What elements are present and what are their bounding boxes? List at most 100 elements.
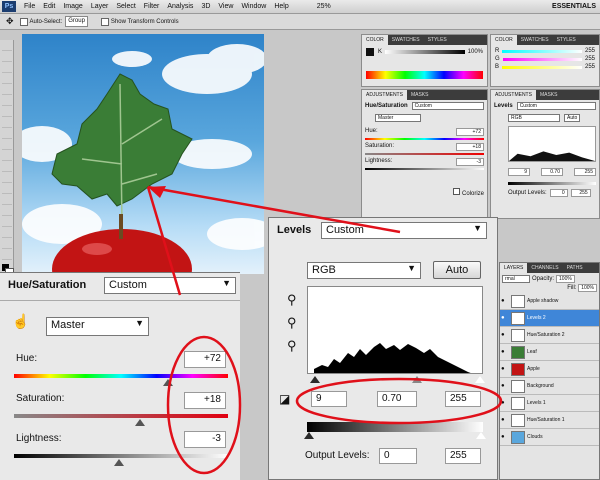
layer-row[interactable]: ● Leaf: [500, 344, 599, 361]
g-value[interactable]: 255: [585, 55, 595, 63]
history-brush-tool[interactable]: [2, 140, 12, 150]
mini-sat-slider[interactable]: [365, 153, 484, 155]
layer-row[interactable]: ● Hue/Saturation 1: [500, 412, 599, 429]
hue-slider-track[interactable]: [14, 374, 228, 378]
mini-in-mid[interactable]: 0.70: [541, 168, 563, 176]
healing-tool[interactable]: [2, 107, 12, 117]
saturation-value-field[interactable]: +18: [184, 392, 226, 409]
tab-swatches-2[interactable]: SWATCHES: [517, 35, 553, 45]
zoom-level[interactable]: 25%: [313, 3, 335, 10]
menu-3d[interactable]: 3D: [197, 3, 214, 10]
input-white-field[interactable]: 255: [445, 391, 481, 407]
auto-select-checkbox[interactable]: [19, 17, 28, 26]
mini-light-value[interactable]: -3: [456, 158, 484, 166]
mini-hs-preset[interactable]: Custom: [411, 102, 484, 110]
input-mid-field[interactable]: 0.70: [377, 391, 417, 407]
eye-icon[interactable]: ●: [501, 315, 505, 321]
black-eyedropper-icon[interactable]: ⚲: [287, 292, 297, 308]
tab-layers[interactable]: LAYERS: [500, 263, 528, 273]
hue-sat-preset-dropdown[interactable]: Custom ▼: [104, 277, 236, 294]
menu-image[interactable]: Image: [59, 3, 86, 10]
zoom-tool[interactable]: [2, 250, 12, 260]
saturation-slider-track[interactable]: [14, 414, 228, 418]
workspace-switcher[interactable]: ESSENTIALS: [548, 3, 600, 10]
pen-tool[interactable]: [2, 195, 12, 205]
input-black-field[interactable]: 9: [311, 391, 347, 407]
colorize-checkbox[interactable]: [452, 188, 460, 195]
eye-icon[interactable]: ●: [501, 349, 505, 355]
input-gray-slider[interactable]: [412, 376, 422, 383]
move-tool[interactable]: [2, 41, 12, 51]
levels-preset-dropdown[interactable]: Custom ▼: [321, 222, 487, 239]
shape-tool[interactable]: [2, 228, 12, 238]
k-value[interactable]: 100: [468, 49, 478, 55]
layer-row[interactable]: ● Background: [500, 378, 599, 395]
layer-row[interactable]: ● Clouds: [500, 429, 599, 446]
r-slider[interactable]: [502, 49, 582, 53]
mini-in-white[interactable]: 255: [574, 168, 596, 176]
eye-icon[interactable]: ●: [501, 366, 505, 372]
b-value[interactable]: 255: [585, 63, 595, 71]
tab-paths[interactable]: PATHS: [563, 263, 587, 273]
levels-channel-dropdown[interactable]: RGB ▼: [307, 262, 421, 279]
tab-adjustments[interactable]: ADJUSTMENTS: [362, 90, 407, 100]
menu-analysis[interactable]: Analysis: [163, 3, 197, 10]
output-white-slider[interactable]: [476, 432, 486, 439]
input-black-slider[interactable]: [310, 376, 320, 383]
document-canvas[interactable]: [22, 34, 264, 274]
eye-icon[interactable]: ●: [501, 298, 505, 304]
saturation-slider-thumb[interactable]: [135, 419, 146, 426]
mini-out-white[interactable]: 255: [570, 189, 591, 197]
menu-edit[interactable]: Edit: [39, 3, 59, 10]
hand-tool[interactable]: [2, 239, 12, 249]
output-white-field[interactable]: 255: [445, 448, 481, 464]
output-black-field[interactable]: 0: [379, 448, 417, 464]
eye-icon[interactable]: ●: [501, 332, 505, 338]
lasso-tool[interactable]: [2, 63, 12, 73]
input-white-slider[interactable]: [475, 376, 485, 383]
hue-value-field[interactable]: +72: [184, 351, 226, 368]
mini-hs-channel[interactable]: Master: [375, 114, 421, 122]
menu-select[interactable]: Select: [112, 3, 139, 10]
crop-tool[interactable]: [2, 85, 12, 95]
r-value[interactable]: 255: [585, 47, 595, 55]
brush-tool[interactable]: [2, 118, 12, 128]
mini-light-slider[interactable]: [365, 168, 484, 170]
opacity-value[interactable]: 100%: [556, 275, 575, 283]
clip-warning-icon[interactable]: ◪: [279, 392, 290, 406]
eye-icon[interactable]: ●: [501, 383, 505, 389]
menu-filter[interactable]: Filter: [140, 3, 164, 10]
menu-view[interactable]: View: [214, 3, 237, 10]
layer-row[interactable]: ● Apple: [500, 361, 599, 378]
layer-row[interactable]: ● Hue/Saturation 2: [500, 327, 599, 344]
eyedropper-tool[interactable]: [2, 96, 12, 106]
b-slider[interactable]: [502, 65, 582, 69]
mini-out-black[interactable]: 0: [549, 189, 568, 197]
eye-icon[interactable]: ●: [501, 434, 505, 440]
color-swatch[interactable]: [366, 48, 374, 56]
fill-value[interactable]: 100%: [578, 284, 597, 292]
menu-file[interactable]: File: [20, 3, 39, 10]
g-slider[interactable]: [502, 57, 582, 61]
marquee-tool[interactable]: [2, 52, 12, 62]
layer-row[interactable]: ● Apple shadow: [500, 293, 599, 310]
tab-adjustments-2[interactable]: ADJUSTMENTS: [491, 90, 536, 100]
hue-sat-channel-dropdown[interactable]: Master ▼: [46, 317, 149, 336]
mini-in-black[interactable]: 9: [508, 168, 530, 176]
tab-swatches[interactable]: SWATCHES: [388, 35, 424, 45]
lightness-value-field[interactable]: -3: [184, 431, 226, 448]
tab-styles-2[interactable]: STYLES: [553, 35, 580, 45]
auto-select-dropdown[interactable]: Group: [65, 16, 88, 27]
menu-window[interactable]: Window: [237, 3, 270, 10]
output-black-slider[interactable]: [304, 432, 314, 439]
tab-masks[interactable]: MASKS: [407, 90, 433, 100]
tab-masks-2[interactable]: MASKS: [536, 90, 562, 100]
gray-eyedropper-icon[interactable]: ⚲: [287, 315, 297, 331]
menu-help[interactable]: Help: [270, 3, 292, 10]
mini-sat-value[interactable]: +18: [456, 143, 484, 151]
levels-auto-button[interactable]: Auto: [433, 261, 481, 279]
mini-levels-channel[interactable]: RGB: [508, 114, 560, 122]
lightness-slider-thumb[interactable]: [113, 459, 124, 466]
clone-stamp-tool[interactable]: [2, 129, 12, 139]
color-ramp[interactable]: [366, 71, 483, 79]
